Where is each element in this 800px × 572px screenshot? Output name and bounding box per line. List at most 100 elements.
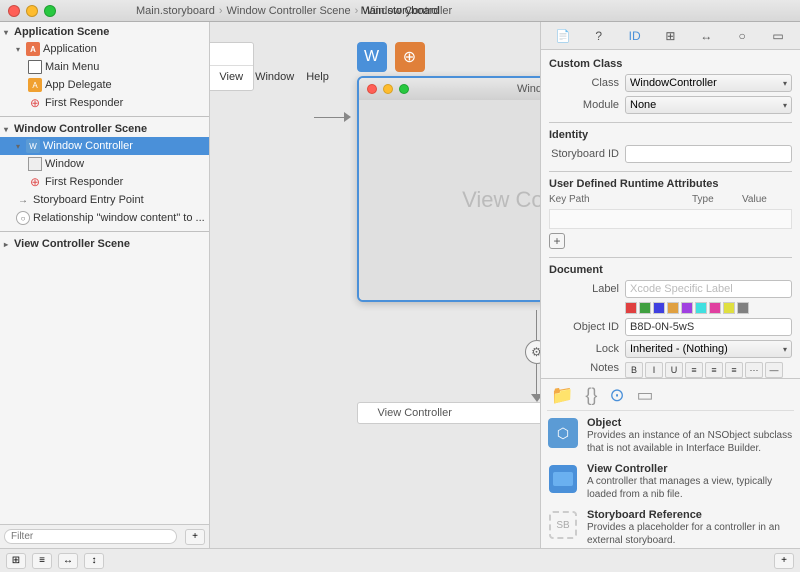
breadcrumb-scene[interactable]: Window Controller Scene [227, 5, 351, 17]
library-tab-files[interactable]: 📁 [547, 385, 577, 406]
vc-bottom-box: View Controller [357, 402, 541, 424]
maximize-button[interactable] [44, 5, 56, 17]
sidebar-item-main-menu[interactable]: Main Menu [0, 58, 209, 76]
sidebar-item-first-responder-wc[interactable]: ⊕ First Responder [0, 173, 209, 191]
sb-ref-icon: SB [547, 509, 579, 541]
notes-toolbar: B I U ≡ ≡ ≡ ··· — T ▭ ↕ [625, 362, 792, 378]
notes-align-r[interactable]: ≡ [725, 362, 743, 378]
sidebar-item-label: Application Scene [14, 26, 109, 38]
notes-align-c[interactable]: ≡ [705, 362, 723, 378]
sb-ref-title: Storyboard Reference [587, 509, 794, 521]
fit-height-btn[interactable]: ↕ [84, 553, 104, 569]
expand-icon [16, 142, 24, 150]
inspector-connect-btn[interactable]: ○ [730, 26, 754, 46]
library-tab-code[interactable]: {} [581, 385, 601, 406]
inspector-file-btn[interactable]: 📄 [551, 26, 575, 46]
swatch-gray[interactable] [737, 302, 749, 314]
nav-add-button[interactable]: + [185, 529, 205, 545]
nav-bottom-bar: + [0, 524, 209, 548]
fit-width-btn[interactable]: ↔ [58, 553, 78, 569]
swatch-green[interactable] [639, 302, 651, 314]
module-select[interactable]: None ▾ [625, 96, 792, 114]
class-value: WindowController [630, 77, 717, 89]
notes-bold[interactable]: B [625, 362, 643, 378]
sidebar-item-window[interactable]: Window [0, 155, 209, 173]
library-item-object[interactable]: ⬡ Object Provides an instance of an NSOb… [547, 417, 794, 455]
sidebar-item-application-scene[interactable]: Application Scene [0, 24, 209, 40]
library-item-sb-ref[interactable]: SB Storyboard Reference Provides a place… [547, 509, 794, 547]
inspector-toolbar: 📄 ? ID ⊞ ↔ ○ ▭ [541, 22, 800, 50]
inspector-quick-btn[interactable]: ? [587, 26, 611, 46]
doc-label-label: Label [549, 283, 619, 295]
sidebar-item-app-delegate[interactable]: A App Delegate [0, 76, 209, 94]
doc-label-field[interactable]: Xcode Specific Label [625, 280, 792, 298]
mock-min-btn[interactable] [383, 84, 393, 94]
swatch-purple[interactable] [681, 302, 693, 314]
zoom-in-btn[interactable]: + [774, 553, 794, 569]
library-tab-objects[interactable]: ⊙ [605, 385, 628, 406]
arrow-line2 [536, 364, 537, 394]
sidebar-item-first-responder-app[interactable]: ⊕ First Responder [0, 94, 209, 112]
inspector-identity-btn[interactable]: ID [623, 26, 647, 46]
nav-divider [0, 116, 209, 117]
mock-window[interactable]: Window View Controller [357, 76, 541, 302]
runtime-add-button[interactable]: + [549, 233, 565, 249]
mock-max-btn[interactable] [399, 84, 409, 94]
class-select[interactable]: WindowController ▾ [625, 74, 792, 92]
sidebar-item-relationship[interactable]: ○ Relationship "window content" to ... [0, 209, 209, 227]
notes-area: B I U ≡ ≡ ≡ ··· — T ▭ ↕ [625, 362, 792, 378]
canvas-area[interactable]: Main Menu SierraApp File Edit Format Vie… [210, 22, 540, 548]
list-view-btn[interactable]: ≡ [32, 553, 52, 569]
inspector-size-btn[interactable]: ↔ [694, 26, 718, 46]
notes-align-l[interactable]: ≡ [685, 362, 703, 378]
swatch-orange[interactable] [667, 302, 679, 314]
mock-close-btn[interactable] [367, 84, 377, 94]
grid-view-btn[interactable]: ⊞ [6, 553, 26, 569]
vc-lib-icon [549, 465, 577, 493]
inspector-panel: 📄 ? ID ⊞ ↔ ○ ▭ Custom Class Class Window… [540, 22, 800, 548]
sidebar-item-application[interactable]: A Application [0, 40, 209, 58]
module-value: None [630, 99, 656, 111]
sidebar-item-wc-scene[interactable]: Window Controller Scene [0, 121, 209, 137]
vc-desc: A controller that manages a view, typica… [587, 475, 794, 501]
notes-dash[interactable]: — [765, 362, 783, 378]
swatch-pink[interactable] [709, 302, 721, 314]
menubar-view: View [219, 71, 243, 83]
identity-section: Identity Storyboard ID [549, 129, 792, 163]
object-icon: ⬡ [547, 417, 579, 449]
menubar-items-row: SierraApp File Edit Format View Window H… [210, 65, 253, 86]
minimize-button[interactable] [26, 5, 38, 17]
runtime-table [549, 209, 792, 229]
lock-select[interactable]: Inherited - (Nothing) ▾ [625, 340, 792, 358]
sidebar-item-vc-scene[interactable]: View Controller Scene [0, 236, 209, 252]
library-item-vc[interactable]: View Controller A controller that manage… [547, 463, 794, 501]
sidebar-item-window-controller[interactable]: W Window Controller [0, 137, 209, 155]
inspector-attr-btn[interactable]: ⊞ [658, 26, 682, 46]
expand-icon [16, 45, 24, 53]
runtime-section: User Defined Runtime Attributes Key Path… [549, 178, 792, 249]
notes-list[interactable]: ··· [745, 362, 763, 378]
notes-underline[interactable]: U [665, 362, 683, 378]
breadcrumb-file[interactable]: Main.storyboard [136, 5, 215, 17]
inspector-binding-btn[interactable]: ▭ [766, 26, 790, 46]
nav-content: Application Scene A Application Main Men… [0, 22, 209, 524]
sb-ref-desc: Provides a placeholder for a controller … [587, 521, 794, 547]
inspector-content: Custom Class Class WindowController ▾ Mo… [541, 50, 800, 378]
identity-title: Identity [549, 129, 792, 141]
swatch-blue[interactable] [653, 302, 665, 314]
storyboard-id-field[interactable] [625, 145, 792, 163]
swatch-red[interactable] [625, 302, 637, 314]
wc-icon: W [26, 139, 40, 153]
swatch-cyan[interactable] [695, 302, 707, 314]
nav-filter-input[interactable] [4, 529, 177, 544]
notes-row: Notes B I U ≡ ≡ ≡ ··· — T [549, 362, 792, 378]
swatch-yellow[interactable] [723, 302, 735, 314]
sidebar-item-label: Storyboard Entry Point [33, 194, 144, 206]
sidebar-item-storyboard-entry[interactable]: → Storyboard Entry Point [0, 191, 209, 209]
menubar-title: Main Menu [210, 47, 253, 63]
notes-italic[interactable]: I [645, 362, 663, 378]
lock-label: Lock [549, 343, 619, 355]
library-tab-media[interactable]: ▭ [633, 385, 658, 406]
sidebar-item-label: Window [45, 158, 84, 170]
close-button[interactable] [8, 5, 20, 17]
